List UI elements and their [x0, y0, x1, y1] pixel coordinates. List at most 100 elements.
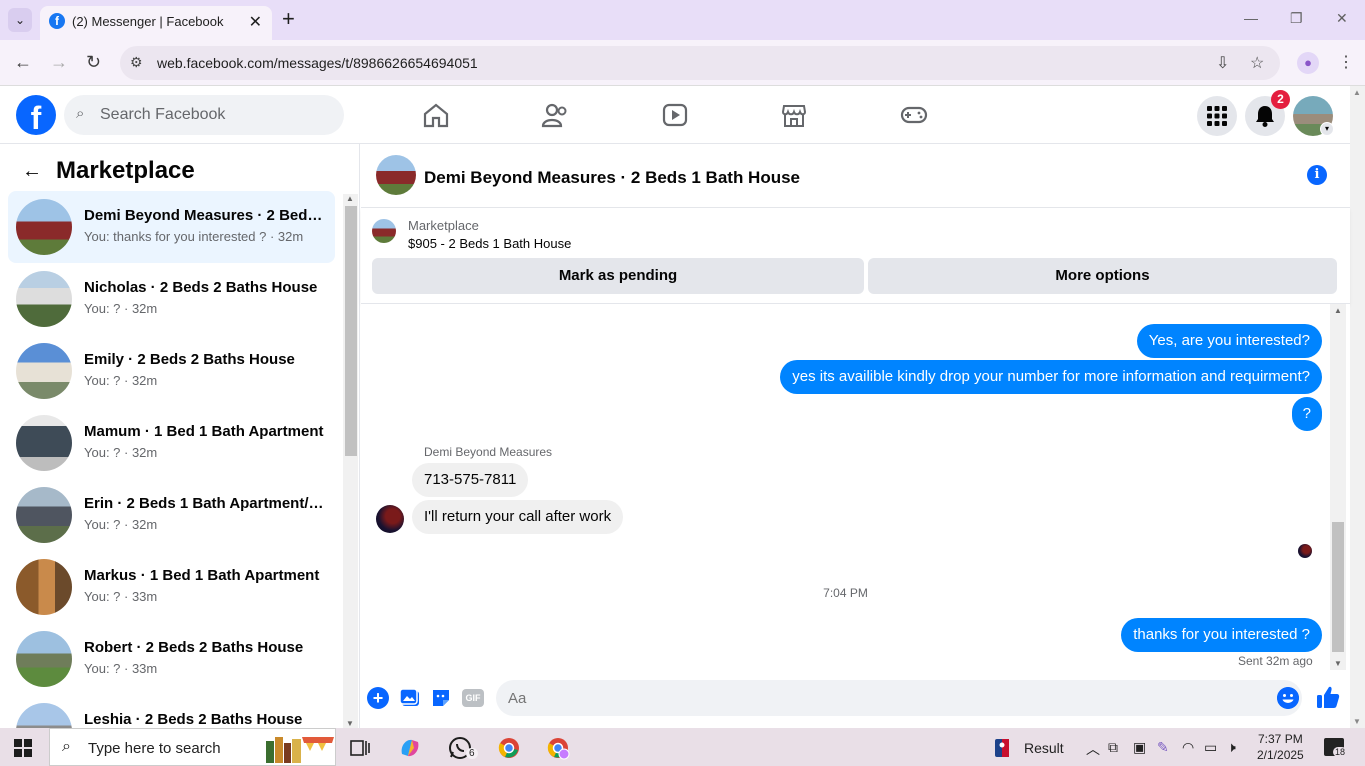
volume-muted-icon[interactable]: 🕨 [1227, 739, 1236, 756]
facebook-search-box[interactable]: ⌕ Search Facebook [64, 95, 344, 135]
address-bar[interactable]: ⚙ web.facebook.com/messages/t/8986626654… [120, 46, 1280, 80]
scroll-down-icon[interactable]: ▼ [1353, 717, 1361, 726]
conversation-item[interactable]: Robert · 2 Beds 2 Baths House You: ? · 3… [8, 623, 335, 695]
back-icon[interactable]: ← [14, 52, 32, 73]
outgoing-message[interactable]: thanks for you interested ? [1121, 618, 1322, 652]
show-hidden-icons-icon[interactable]: ︿ [1086, 739, 1100, 759]
chat-scrollbar[interactable]: ▲ ▼ [1330, 304, 1346, 670]
nba-icon[interactable] [994, 738, 1010, 758]
mark-as-pending-button[interactable]: Mark as pending [372, 258, 864, 294]
chat-header: Demi Beyond Measures · 2 Beds 1 Bath Hou… [361, 144, 1350, 208]
scrollbar-thumb[interactable] [1332, 522, 1344, 652]
windows-start-icon[interactable] [14, 739, 32, 757]
scroll-up-icon[interactable]: ▲ [346, 194, 354, 203]
browser-tab[interactable]: f (2) Messenger | Facebook ✕ [40, 6, 272, 40]
incoming-message[interactable]: 713-575-7811 [412, 463, 529, 497]
chrome-profile-icon[interactable] [546, 736, 570, 760]
taskbar-search-placeholder[interactable]: Type here to search [88, 740, 221, 757]
new-tab-button[interactable]: + [282, 8, 295, 30]
scroll-down-icon[interactable]: ▼ [346, 719, 354, 728]
search-highlight-books-icon [266, 737, 334, 763]
menu-grid-icon[interactable] [1197, 96, 1237, 136]
action-center-icon[interactable]: 18 [1324, 738, 1348, 757]
incoming-message[interactable]: I'll return your call after work [412, 500, 624, 534]
listing-thumbnail [16, 199, 72, 255]
restore-icon[interactable]: ❐ [1290, 10, 1303, 27]
emoji-icon[interactable] [1277, 687, 1299, 709]
tab-close-icon[interactable]: ✕ [249, 12, 262, 32]
message-timestamp: 7:04 PM [823, 586, 868, 600]
gif-icon[interactable]: GIF [462, 689, 484, 707]
conversation-item[interactable]: Mamum · 1 Bed 1 Bath Apartment You: ? · … [8, 407, 335, 479]
outgoing-message[interactable]: ? [1291, 397, 1322, 431]
tab-search-button[interactable]: ⌄ [8, 8, 32, 32]
listing-price[interactable]: $905 - 2 Beds 1 Bath House [408, 236, 571, 251]
account-caret-icon[interactable]: ▾ [1320, 122, 1334, 136]
marketplace-icon[interactable] [780, 102, 808, 128]
sender-avatar[interactable] [376, 505, 404, 533]
message-input[interactable] [496, 680, 1302, 716]
conversation-item[interactable]: Nicholas · 2 Beds 2 Baths House You: ? ·… [8, 263, 335, 335]
listing-thumbnail[interactable] [372, 219, 396, 243]
facebook-favicon-icon: f [49, 13, 65, 29]
scroll-down-icon[interactable]: ▼ [1334, 659, 1342, 668]
minimize-icon[interactable]: — [1244, 10, 1258, 26]
conversation-item[interactable]: Leshia · 2 Beds 2 Baths House [8, 695, 335, 728]
friends-icon[interactable] [541, 102, 569, 128]
site-info-icon[interactable]: ⚙ [130, 54, 143, 71]
conversation-item[interactable]: Emily · 2 Beds 2 Baths House You: ? · 32… [8, 335, 335, 407]
browser-toolbar: ← → ↻ ⚙ web.facebook.com/messages/t/8986… [0, 40, 1365, 86]
sidebar-scrollbar[interactable]: ▲ ▼ [343, 194, 358, 728]
conversation-name: Nicholas · 2 Beds 2 Baths House [84, 279, 318, 296]
listing-thumbnail [16, 271, 72, 327]
watch-video-icon[interactable] [661, 102, 689, 128]
outgoing-message[interactable]: Yes, are you interested? [1136, 324, 1322, 358]
browser-profile-icon[interactable]: ● [1297, 52, 1319, 74]
conversation-name: Erin · 2 Beds 1 Bath Apartment/Condo [84, 495, 324, 512]
scroll-up-icon[interactable]: ▲ [1334, 306, 1342, 315]
close-window-icon[interactable]: ✕ [1336, 10, 1348, 27]
thumbs-up-like-icon[interactable] [1315, 684, 1341, 710]
listing-thumbnail [16, 343, 72, 399]
battery-icon[interactable]: ▭ [1204, 739, 1217, 756]
conversation-item[interactable]: Demi Beyond Measures · 2 Beds 1 Bath Hou… [8, 191, 335, 263]
back-arrow-icon[interactable]: ← [22, 160, 42, 183]
task-view-icon[interactable] [348, 736, 372, 760]
meet-now-icon[interactable]: ⧉ [1108, 739, 1118, 756]
browser-menu-icon[interactable]: ⋮ [1338, 52, 1354, 72]
more-options-button[interactable]: More options [868, 258, 1337, 294]
scrollbar-thumb[interactable] [345, 206, 357, 456]
wifi-icon[interactable]: ◠ [1182, 739, 1194, 756]
page-scrollbar[interactable]: ▲ ▼ [1350, 86, 1365, 728]
conversation-item[interactable]: Markus · 1 Bed 1 Bath Apartment You: ? ·… [8, 551, 335, 623]
clock-time: 7:37 PM [1258, 732, 1303, 746]
taskbar-clock[interactable]: 7:37 PM 2/1/2025 [1257, 731, 1304, 763]
sticker-icon[interactable] [430, 687, 452, 709]
url-text[interactable]: web.facebook.com/messages/t/898662665469… [157, 55, 478, 71]
forward-icon[interactable]: → [50, 52, 68, 73]
home-icon[interactable] [422, 102, 450, 128]
search-placeholder[interactable]: Search Facebook [100, 106, 225, 124]
taskbar-search-box[interactable]: ⌕ Type here to search [49, 728, 336, 766]
reload-icon[interactable]: ↻ [86, 52, 101, 73]
outgoing-message[interactable]: yes its availible kindly drop your numbe… [780, 360, 1322, 394]
chat-title[interactable]: Demi Beyond Measures · 2 Beds 1 Bath Hou… [424, 168, 800, 188]
scroll-up-icon[interactable]: ▲ [1353, 88, 1361, 97]
facebook-logo-icon[interactable]: f [16, 95, 56, 136]
copilot-icon[interactable] [398, 736, 422, 760]
chat-avatar[interactable] [376, 155, 416, 195]
bookmark-star-icon[interactable]: ☆ [1250, 53, 1264, 73]
gaming-icon[interactable] [900, 102, 928, 128]
conversation-preview: You: ? · 32m [84, 517, 158, 532]
info-icon[interactable]: i [1307, 165, 1327, 185]
install-app-icon[interactable]: ⇩ [1216, 53, 1229, 73]
plus-icon[interactable]: + [367, 687, 389, 709]
conversation-preview: You: ? · 33m [84, 589, 158, 604]
conversation-item[interactable]: Erin · 2 Beds 1 Bath Apartment/Condo You… [8, 479, 335, 551]
sender-name: Demi Beyond Measures [424, 445, 553, 459]
widget-result-text[interactable]: Result [1024, 740, 1064, 756]
pen-icon[interactable]: ✎ [1157, 739, 1169, 756]
chrome-icon[interactable] [497, 736, 521, 760]
photo-icon[interactable] [399, 687, 421, 709]
camera-icon[interactable]: ▣ [1133, 739, 1146, 756]
